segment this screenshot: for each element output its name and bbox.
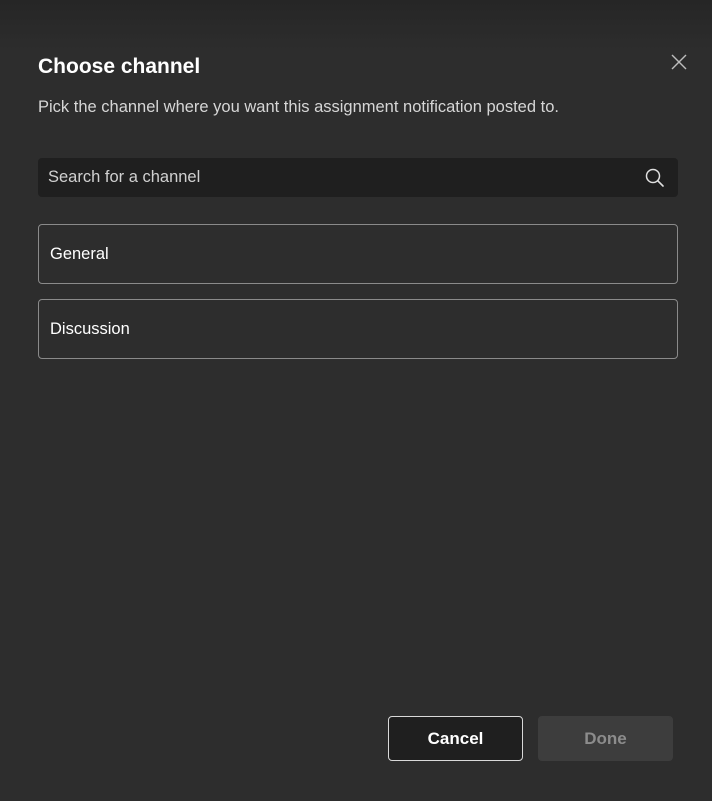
done-button[interactable]: Done — [538, 716, 673, 761]
close-icon — [671, 54, 687, 70]
dialog-subtitle: Pick the channel where you want this ass… — [38, 98, 559, 116]
channel-option-general[interactable]: General — [38, 224, 678, 284]
cancel-button[interactable]: Cancel — [388, 716, 523, 761]
search-input[interactable] — [38, 158, 628, 197]
channel-label: General — [50, 245, 109, 263]
dialog-title: Choose channel — [38, 55, 201, 78]
search-box — [38, 158, 678, 197]
close-button[interactable] — [667, 50, 691, 74]
choose-channel-dialog: Choose channel Pick the channel where yo… — [0, 0, 712, 801]
search-icon[interactable] — [644, 167, 666, 189]
channel-label: Discussion — [50, 320, 130, 338]
channel-option-discussion[interactable]: Discussion — [38, 299, 678, 359]
